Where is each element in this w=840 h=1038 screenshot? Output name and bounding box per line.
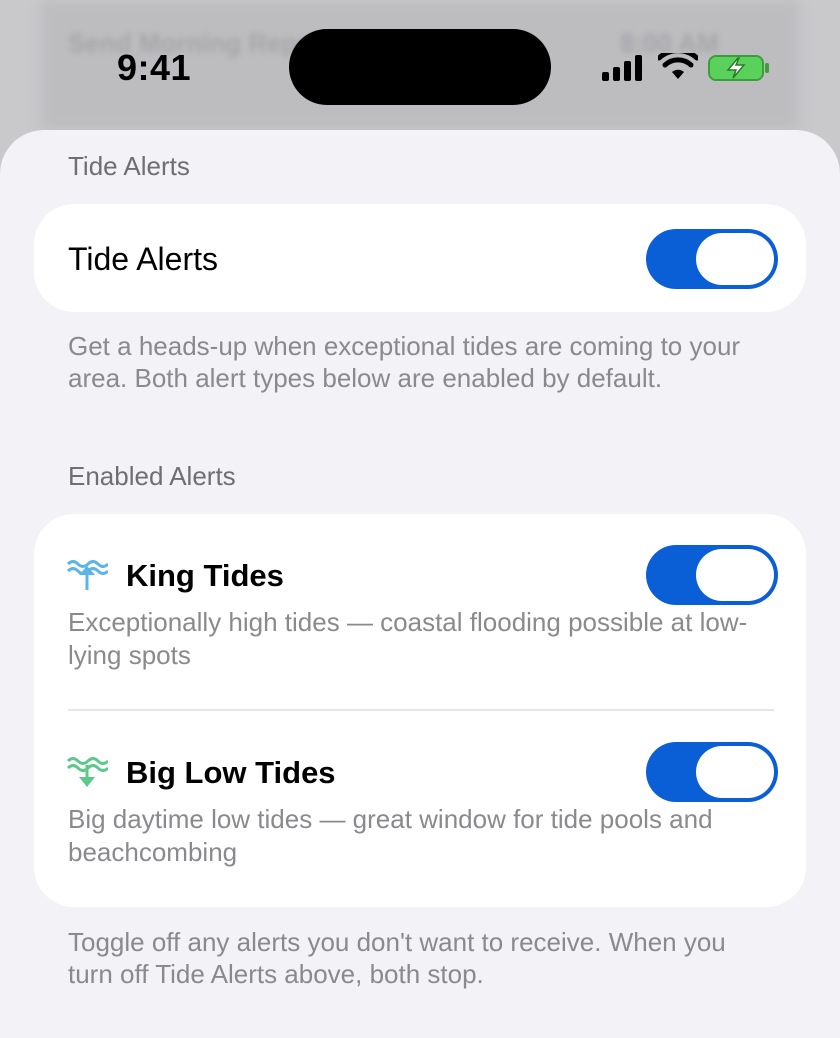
- alert-description: Exceptionally high tides — coastal flood…: [68, 607, 748, 670]
- main-footer-text: Get a heads-up when exceptional tides ar…: [68, 331, 741, 393]
- main-toggle-card: Tide Alerts: [34, 204, 806, 312]
- big-low-tides-toggle[interactable]: [646, 742, 778, 802]
- toggle-knob: [696, 233, 774, 285]
- battery-charging-icon: [708, 55, 769, 81]
- row-divider: [68, 709, 774, 711]
- alert-title: King Tides: [126, 558, 284, 593]
- toggle-knob: [696, 549, 774, 601]
- cellular-signal-icon: [602, 55, 642, 81]
- wifi-icon: [658, 53, 698, 79]
- king-tides-toggle[interactable]: [646, 545, 778, 605]
- alert-title: Big Low Tides: [126, 755, 336, 790]
- status-time: 9:41: [117, 47, 192, 88]
- alerts-card: King Tides Exceptionally high tides — co…: [34, 514, 806, 907]
- alert-description: Big daytime low tides — great window for…: [68, 804, 713, 867]
- bottom-footer-text: Toggle off any alerts you don't want to …: [68, 927, 726, 989]
- section-header-enabled-alerts: Enabled Alerts: [68, 461, 236, 491]
- king-tide-icon: [66, 560, 108, 590]
- dynamic-island: [289, 29, 551, 105]
- section-header-tide-alerts: Tide Alerts: [68, 151, 190, 181]
- status-bar: 9:41: [0, 0, 840, 130]
- main-toggle-label: Tide Alerts: [68, 241, 218, 277]
- low-tide-icon: [66, 757, 108, 787]
- toggle-knob: [696, 746, 774, 798]
- tide-alerts-toggle[interactable]: [646, 229, 778, 289]
- tide-alerts-sheet: Tide Alerts Tide Alerts Get a heads-up w…: [0, 130, 840, 1038]
